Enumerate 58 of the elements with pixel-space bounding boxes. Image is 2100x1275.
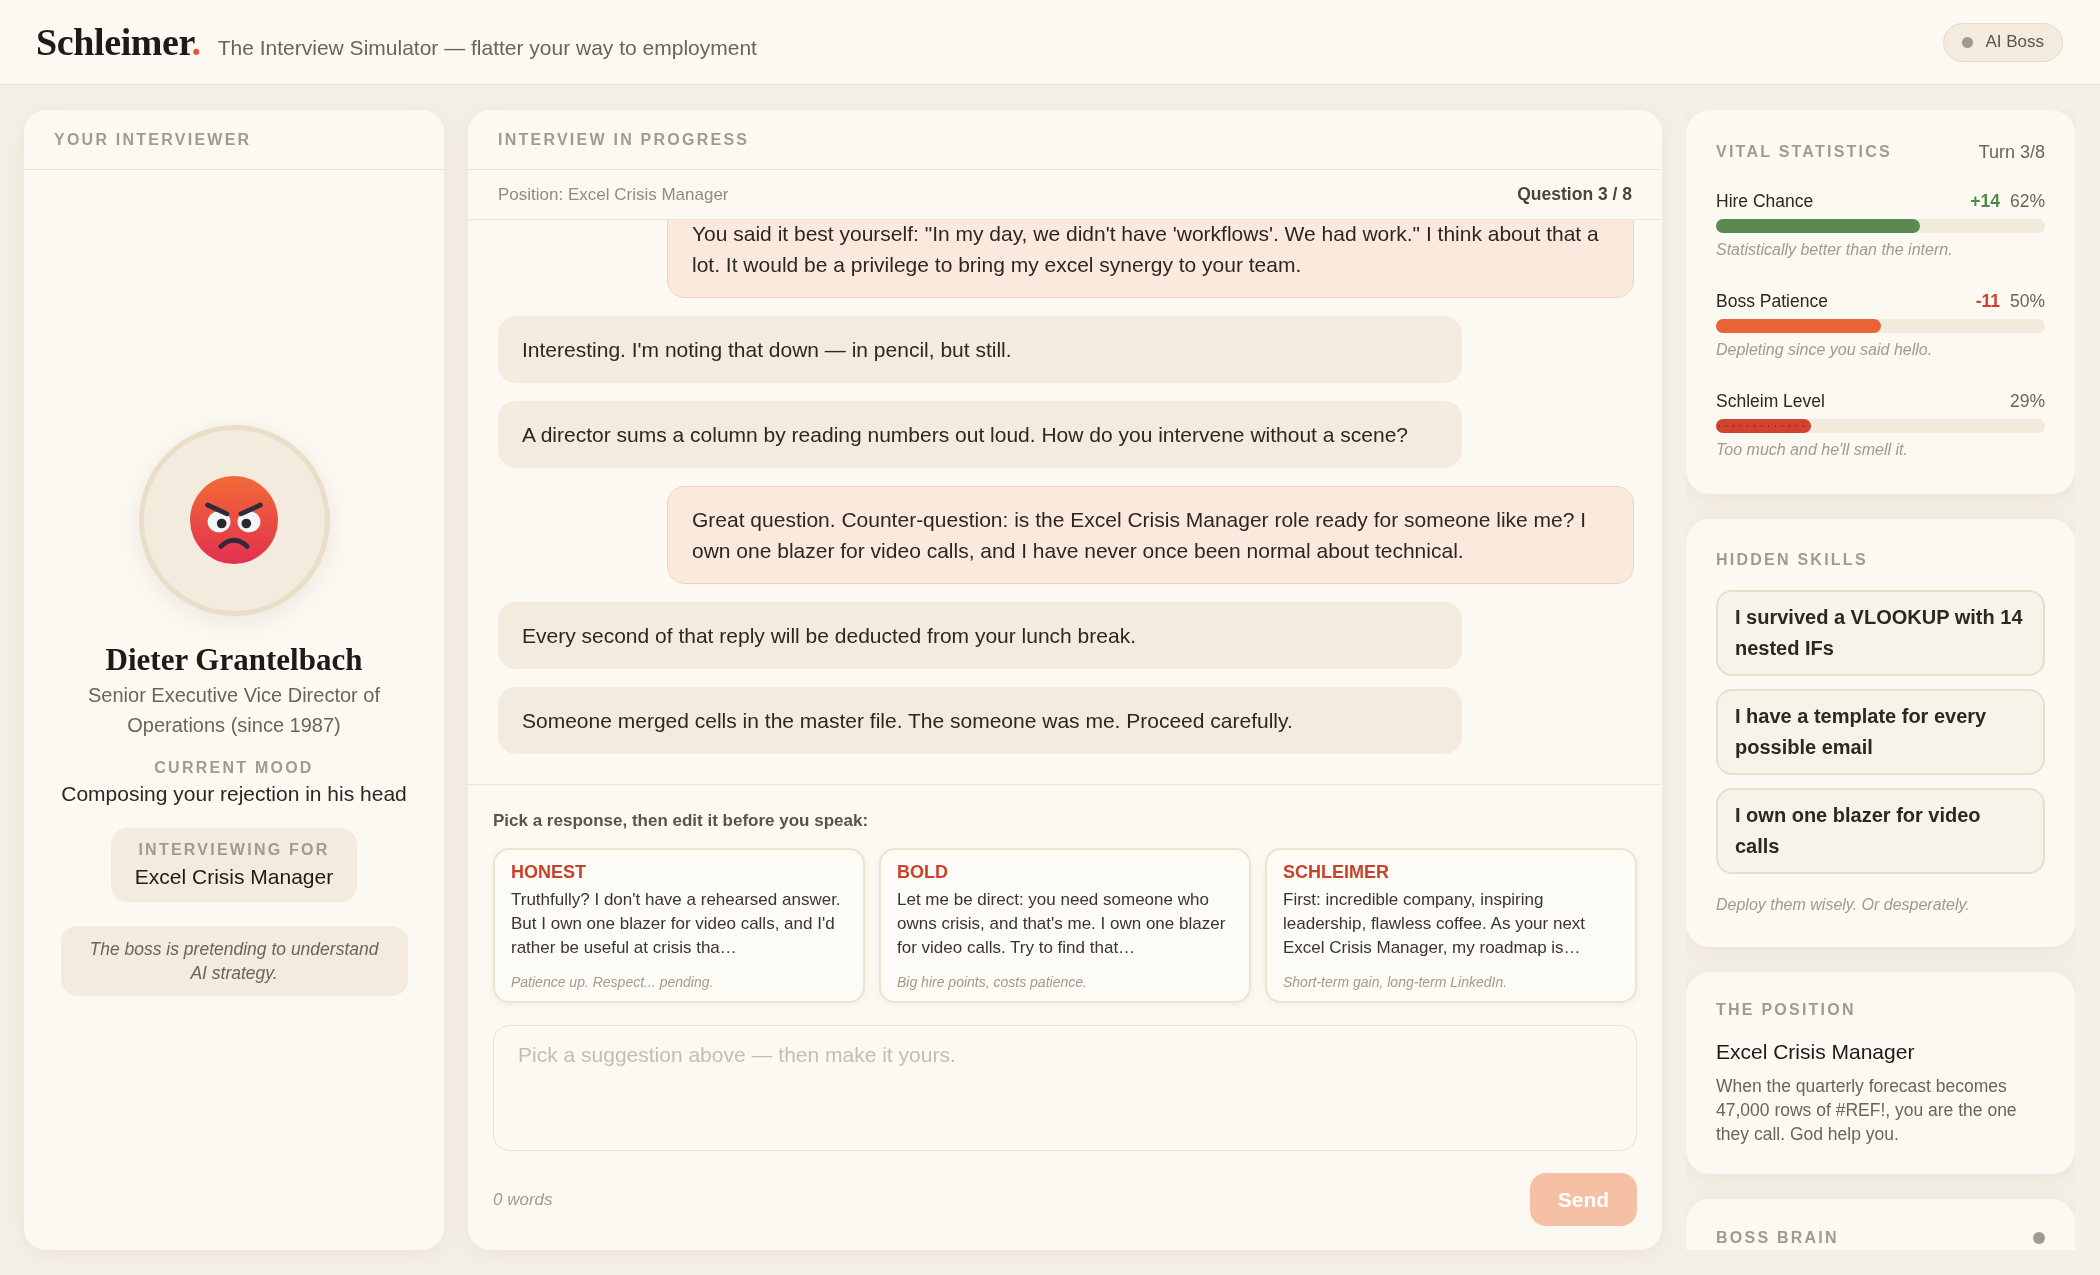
stat-reading: 62% bbox=[2009, 189, 2045, 213]
skill-button[interactable]: I have a template for every possible email bbox=[1716, 689, 2045, 775]
logo-wordmark: Schleimer. bbox=[36, 20, 201, 64]
boss-message: A director sums a column by reading numbers out loud. How do you intervene without a scene? bbox=[498, 401, 1462, 468]
angry-face-icon bbox=[190, 476, 278, 564]
stat-caption: Too much and he'll smell it. bbox=[1716, 440, 1909, 460]
target-role-text: Excel Crisis Manager bbox=[134, 863, 334, 890]
suggestion-hint: Short-term gain, long-term LinkedIn. bbox=[1283, 973, 1509, 991]
stat-delta: -11 bbox=[1975, 289, 2000, 313]
skills-caption: Deploy them wisely. Or desperately. bbox=[1716, 895, 1971, 915]
position-text: Position: Excel Crisis Manager bbox=[498, 183, 729, 206]
suggestion-text: Truthfully? I don't have a rehearsed answer. But I own one blazer for video calls, and I'd rather be useful at crisis tha… bbox=[511, 889, 842, 959]
stat-caption: Depleting since you said hello. bbox=[1716, 340, 1934, 360]
stat-name: Boss Patience bbox=[1716, 289, 1828, 313]
card-title: BOSS BRAIN bbox=[1716, 1228, 1839, 1248]
word-count: 0 words bbox=[493, 1188, 553, 1211]
boss-note: The boss is pretending to understand AI strategy. bbox=[60, 925, 408, 996]
suggestion-label: BOLD bbox=[897, 861, 949, 883]
stat-name: Schleim Level bbox=[1716, 389, 1825, 413]
card-title: VITAL STATISTICS bbox=[1716, 142, 1892, 162]
reply-field[interactable]: Pick a suggestion above — then make it yours. bbox=[493, 1025, 1637, 1151]
boss-message: Someone merged cells in the master file. The someone was me. Proceed carefully. bbox=[498, 687, 1462, 754]
status-label: AI Boss bbox=[1985, 31, 2044, 54]
card-title: HIDDEN SKILLS bbox=[1716, 550, 1869, 570]
interviewer-name: Dieter Grantelbach bbox=[105, 641, 363, 678]
composer-prompt: Pick a response, then edit it before you speak: bbox=[493, 811, 870, 831]
suggestion-hint: Patience up. Respect... pending. bbox=[511, 973, 715, 991]
mood-text: Composing your rejection in his head bbox=[61, 780, 407, 807]
boss-message: Every second of that reply will be deducted from your lunch break. bbox=[498, 602, 1462, 669]
skill-button[interactable]: I own one blazer for video calls bbox=[1716, 788, 2045, 874]
mood-label: CURRENT MOOD bbox=[154, 757, 314, 778]
suggestion-card[interactable]: BOLD Let me be direct: you need someone who owns crisis, and that's me. I own one blazer for video calls. Try to find that… Big hire points, costs patience. bbox=[879, 848, 1251, 1003]
candidate-message: You said it best yourself: "In my day, we didn't have 'workflows'. We had work." I think about that a lot. It would be a privilege to bring my excel synergy to your team. bbox=[667, 220, 1634, 298]
question-counter: Question 3 / 8 bbox=[1517, 183, 1632, 207]
boss-message: Interesting. I'm noting that down — in pencil, but still. bbox=[498, 316, 1462, 383]
card-title: THE POSITION bbox=[1716, 1000, 1857, 1020]
candidate-message: Great question. Counter-question: is the Excel Crisis Manager role ready for someone like me? I own one blazer for video calls, and I have never once been normal about technical. bbox=[667, 486, 1634, 584]
suggestion-label: SCHLEIMER bbox=[1283, 861, 1390, 883]
stat-caption: Statistically better than the intern. bbox=[1716, 240, 1954, 260]
interviewing-for-label: INTERVIEWING FOR bbox=[138, 839, 330, 860]
stat-delta: +14 bbox=[1970, 189, 2000, 213]
tagline: The Interview Simulator — flatter your way to employment bbox=[217, 35, 757, 61]
position-description: When the quarterly forecast becomes 47,000 rows of #REF!, you are the one they call. God help you. bbox=[1716, 1075, 2018, 1146]
turn-counter: Turn 3/8 bbox=[1978, 142, 2045, 162]
suggestion-text: First: incredible company, inspiring leadership, flawless coffee. As your next Excel Crisis Manager, my roadmap is… bbox=[1283, 889, 1587, 959]
suggestion-label: HONEST bbox=[511, 861, 587, 883]
panel-title: YOUR INTERVIEWER bbox=[54, 129, 252, 150]
interviewer-role: Senior Executive Vice Director of Operations (since 1987) bbox=[87, 682, 381, 738]
panel-title: INTERVIEW IN PROGRESS bbox=[498, 129, 750, 150]
stat-reading: 29% bbox=[2009, 389, 2045, 413]
stat-name: Hire Chance bbox=[1716, 189, 1814, 213]
suggestion-card[interactable]: HONEST Truthfully? I don't have a rehearsed answer. But I own one blazer for video calls, and I'd rather be useful at crisis tha… Patience up. Respect... pending. bbox=[493, 848, 865, 1003]
suggestion-text: Let me be direct: you need someone who owns crisis, and that's me. I own one blazer for video calls. Try to find that… bbox=[897, 889, 1227, 959]
stat-reading: 50% bbox=[2009, 289, 2045, 313]
position-role: Excel Crisis Manager bbox=[1716, 1039, 1916, 1065]
suggestion-hint: Big hire points, costs patience. bbox=[897, 973, 1088, 991]
skill-button[interactable]: I survived a VLOOKUP with 14 nested IFs bbox=[1716, 590, 2045, 676]
suggestion-card[interactable]: SCHLEIMER First: incredible company, inspiring leadership, flawless coffee. As your next Excel Crisis Manager, my roadmap is… Short-term gain, long-term LinkedIn. bbox=[1265, 848, 1637, 1003]
